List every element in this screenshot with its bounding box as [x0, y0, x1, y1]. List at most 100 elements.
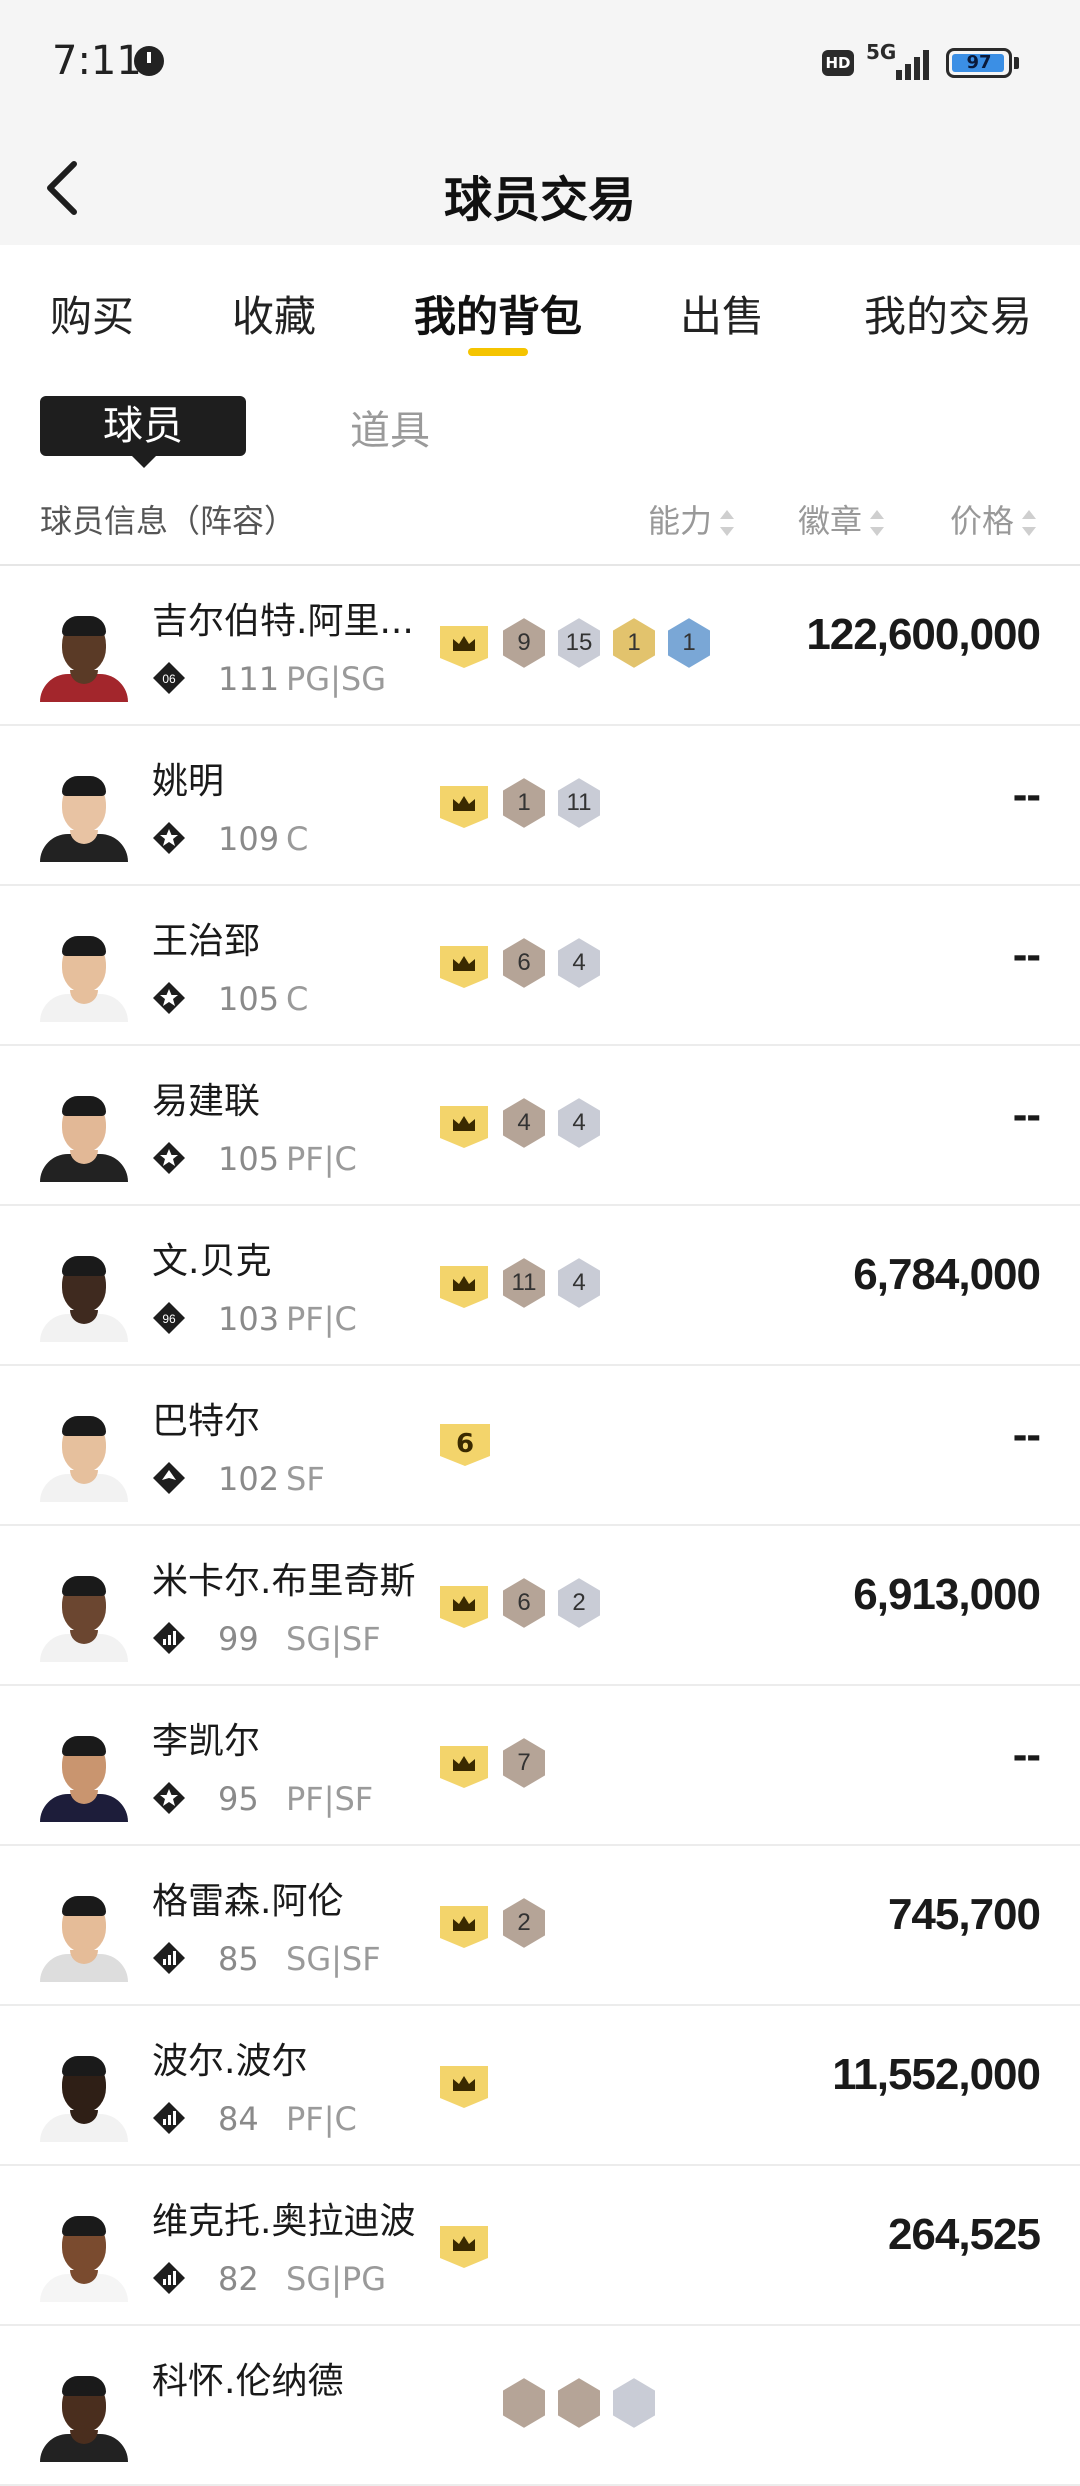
- rank-star-icon: [153, 1142, 185, 1174]
- column-header-badge[interactable]: 徽章: [798, 496, 885, 542]
- player-price: 745,700: [887, 1890, 1041, 1939]
- badge-hexagon: 7: [500, 1735, 548, 1791]
- level-number: 6: [455, 1429, 475, 1459]
- player-price: --: [1012, 1410, 1041, 1459]
- rank-star-icon: [153, 982, 185, 1014]
- player-position: PF|C: [286, 2100, 357, 2138]
- player-avatar: [40, 1570, 128, 1662]
- badge-hexagon: 15: [555, 615, 603, 671]
- rank-diamond-96-icon: 96: [153, 1302, 185, 1334]
- player-position: SF: [286, 1460, 325, 1498]
- battery-tip: [1014, 57, 1019, 69]
- player-price: 6,913,000: [853, 1570, 1041, 1619]
- crown-icon: [440, 2226, 488, 2268]
- crown-icon: [440, 1746, 488, 1788]
- player-position: C: [286, 980, 309, 1018]
- player-row[interactable]: 吉尔伯特.阿里... 06 111 PG|SG 9 15 1 1 122,600,000: [0, 566, 1080, 726]
- player-row[interactable]: 易建联 105 PF|C 4 4 --: [0, 1046, 1080, 1206]
- player-name: 李凯尔: [152, 1721, 261, 1762]
- badge-hexagon: [610, 2375, 658, 2431]
- badge-hexagon: 2: [555, 1575, 603, 1631]
- player-name: 波尔.波尔: [152, 2041, 308, 2082]
- active-tab-indicator: [468, 348, 528, 356]
- column-header-price[interactable]: 价格: [950, 496, 1037, 542]
- player-name: 格雷森.阿伦: [152, 1881, 344, 1922]
- player-ability: 105: [218, 1140, 280, 1178]
- player-name: 维克托.奥拉迪波: [152, 2201, 416, 2242]
- tab-favorites[interactable]: 收藏: [232, 283, 316, 344]
- player-price: --: [1012, 1730, 1041, 1779]
- subtab-item[interactable]: 道具: [350, 398, 430, 456]
- tab-sell[interactable]: 出售: [680, 283, 764, 344]
- player-avatar: [40, 2370, 128, 2462]
- player-row[interactable]: 李凯尔 95 PF|SF 7 --: [0, 1686, 1080, 1846]
- badge-count: 2: [517, 1909, 531, 1936]
- badge-count: 7: [517, 1749, 531, 1776]
- badge-hexagon: 4: [555, 1095, 603, 1151]
- rank-bars-icon: [153, 2262, 185, 2294]
- rank-spade-icon: [153, 1462, 185, 1494]
- player-row[interactable]: 王治郅 105 C 6 4 --: [0, 886, 1080, 1046]
- player-name: 吉尔伯特.阿里...: [152, 601, 414, 642]
- badge-count: 6: [517, 1589, 531, 1616]
- crown-icon: [440, 1106, 488, 1148]
- badge-count: 1: [627, 629, 641, 656]
- badge-hexagon: 1: [665, 615, 713, 671]
- badge-count: 4: [572, 1109, 586, 1136]
- player-row[interactable]: 维克托.奥拉迪波 82 SG|PG 264,525: [0, 2166, 1080, 2326]
- badge-hexagon: [500, 2375, 548, 2431]
- player-position: SG|SF: [286, 1940, 381, 1978]
- player-row[interactable]: 姚明 109 C 1 11 --: [0, 726, 1080, 886]
- rank-label: 96: [162, 1312, 176, 1326]
- tab-my-trades[interactable]: 我的交易: [864, 283, 1032, 344]
- player-row[interactable]: 格雷森.阿伦 85 SG|SF 2 745,700: [0, 1846, 1080, 2006]
- badge-count: 1: [517, 789, 531, 816]
- player-position: PG|SG: [286, 660, 386, 698]
- player-position: SG|PG: [286, 2260, 386, 2298]
- crown-icon: [440, 1266, 488, 1308]
- column-header-ability[interactable]: 能力: [648, 496, 735, 542]
- player-row[interactable]: 巴特尔 102 SF 6 --: [0, 1366, 1080, 1526]
- player-name: 文.贝克: [152, 1241, 272, 1282]
- crown-icon: [440, 1906, 488, 1948]
- player-price: --: [1012, 1090, 1041, 1139]
- badge-hexagon: 6: [500, 935, 548, 991]
- badge-count: 1: [682, 629, 696, 656]
- player-ability: 105: [218, 980, 280, 1018]
- badge-count: 6: [517, 949, 531, 976]
- player-name: 姚明: [152, 761, 225, 802]
- player-row[interactable]: 科怀.伦纳德: [0, 2326, 1080, 2486]
- hd-icon: HD: [822, 50, 854, 76]
- badge-label: 徽章: [798, 502, 863, 540]
- subtab-player[interactable]: 球员: [40, 396, 246, 468]
- player-price: 6,784,000: [853, 1250, 1041, 1299]
- top-tabs: 购买 收藏 我的背包 出售 我的交易: [0, 245, 1080, 365]
- player-row[interactable]: 文.贝克 96 103 PF|C 11 4 6,784,000: [0, 1206, 1080, 1366]
- badge-count: 15: [565, 629, 593, 656]
- crown-icon: [440, 786, 488, 828]
- tab-my-backpack[interactable]: 我的背包: [414, 283, 582, 344]
- player-name: 易建联: [152, 1081, 261, 1122]
- rank-bars-icon: [153, 1622, 185, 1654]
- battery-icon: 97: [946, 48, 1012, 78]
- badge-count: 11: [566, 789, 592, 816]
- player-ability: 85: [218, 1940, 259, 1978]
- player-ability: 103: [218, 1300, 280, 1338]
- player-avatar: [40, 1090, 128, 1182]
- player-row[interactable]: 波尔.波尔 84 PF|C 11,552,000: [0, 2006, 1080, 2166]
- badge-hexagon: 2: [500, 1895, 548, 1951]
- rank-bars-icon: [153, 1942, 185, 1974]
- player-name: 巴特尔: [152, 1401, 261, 1442]
- top-bar: 7:11 HD 5G 97 球员交易: [0, 0, 1080, 245]
- player-name: 科怀.伦纳德: [152, 2361, 344, 2402]
- badge-hexagon: 9: [500, 615, 548, 671]
- badge-count: [610, 2376, 658, 2430]
- player-price: --: [1012, 930, 1041, 979]
- tab-buy[interactable]: 购买: [50, 283, 134, 344]
- player-price: 11,552,000: [832, 2050, 1041, 2099]
- player-row[interactable]: 米卡尔.布里奇斯 99 SG|SF 6 2 6,913,000: [0, 1526, 1080, 1686]
- rank-label: 06: [162, 672, 176, 686]
- player-avatar: [40, 770, 128, 862]
- player-ability: 95: [218, 1780, 259, 1818]
- level-badge: 6: [440, 1422, 490, 1466]
